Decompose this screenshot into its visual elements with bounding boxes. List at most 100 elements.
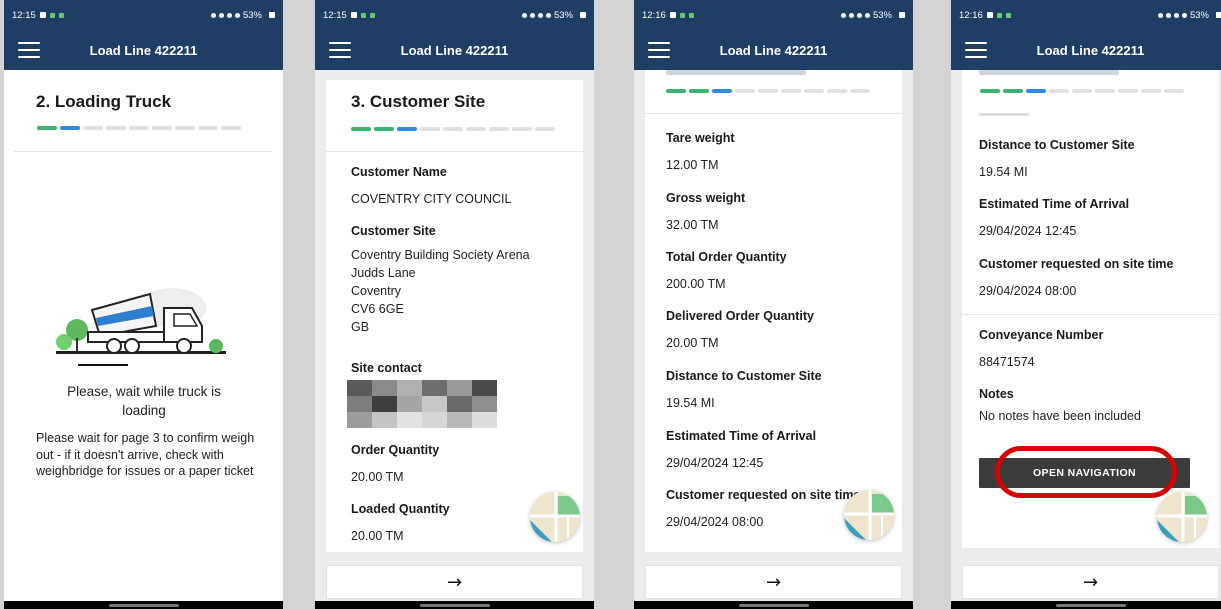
field-requested-time: Customer requested on site time 29/04/20… (979, 257, 1174, 300)
status-time: 12:16 (959, 9, 983, 21)
step-progress (37, 126, 241, 130)
system-home-bar[interactable] (315, 601, 594, 609)
field-distance: Distance to Customer Site 19.54 MI (666, 369, 822, 412)
progress-segment (83, 126, 103, 130)
progress-segment (689, 89, 709, 93)
field-label: Loaded Quantity (351, 502, 450, 516)
wifi-icon (1181, 12, 1187, 18)
battery-icon (1216, 12, 1221, 18)
progress-segment (804, 89, 824, 93)
progress-segment (850, 89, 870, 93)
progress-segment (466, 127, 486, 131)
notification-icon (1005, 12, 1011, 18)
field-label: Gross weight (666, 191, 746, 205)
map-fab-button[interactable] (530, 492, 580, 542)
system-home-bar[interactable] (951, 601, 1221, 609)
progress-segment (1118, 89, 1138, 93)
progress-segment (129, 126, 149, 130)
open-navigation-button[interactable]: OPEN NAVIGATION (979, 458, 1190, 488)
progress-segment (758, 89, 778, 93)
redacted-pixel (397, 412, 422, 428)
address-line: CV6 6GE (351, 302, 404, 316)
progress-segment (1072, 89, 1092, 93)
map-icon (1157, 492, 1207, 542)
arrow-right-icon: → (446, 571, 463, 593)
field-value: 29/04/2024 08:00 (979, 284, 1077, 298)
status-time: 12:15 (323, 9, 347, 21)
step-title: 3. Customer Site (351, 92, 486, 111)
field-label: Customer requested on site time (979, 257, 1174, 271)
field-gross-weight: Gross weight 32.00 TM (666, 191, 745, 234)
redacted-pixel (447, 380, 472, 396)
progress-segment (980, 89, 1000, 93)
field-label: Estimated Time of Arrival (666, 429, 817, 443)
app-title: Load Line 422211 (1036, 42, 1145, 58)
location-icon (537, 12, 543, 18)
redacted-pixel (422, 380, 447, 396)
hamburger-menu-icon[interactable] (18, 42, 40, 58)
status-bar: 12:15 53% (4, 0, 283, 30)
alarm-icon (1157, 12, 1163, 18)
redacted-pixel (397, 396, 422, 412)
status-bar: 12:16 53% (951, 0, 1221, 30)
field-value: 19.54 MI (666, 396, 715, 410)
progress-segment (106, 126, 126, 130)
progress-segment (351, 127, 371, 131)
redacted-pixel (397, 380, 422, 396)
progress-segment (535, 127, 555, 131)
field-value: 29/04/2024 12:45 (979, 224, 1077, 238)
map-icon (530, 492, 580, 542)
divider (326, 151, 583, 152)
battery-icon (580, 12, 586, 18)
wifi-icon (234, 12, 240, 18)
field-value: 32.00 TM (666, 218, 719, 232)
progress-segment (397, 127, 417, 131)
app-bar: Load Line 422211 (4, 30, 283, 70)
status-time: 12:15 (12, 9, 36, 21)
divider (645, 113, 902, 114)
battery-level: 53% (1189, 9, 1209, 21)
location-icon (1173, 12, 1179, 18)
progress-segment (175, 126, 195, 130)
notification-icon (58, 12, 64, 18)
next-button[interactable]: → (962, 565, 1219, 599)
address-lines: Coventry Building Society Arena Judds La… (351, 246, 530, 336)
system-home-bar[interactable] (4, 601, 283, 609)
battery-icon (899, 12, 905, 18)
notification-icon (986, 12, 993, 18)
field-label: Total Order Quantity (666, 250, 787, 264)
info-message: Please wait for page 3 to confirm weigh … (36, 431, 255, 478)
redacted-pixel (472, 380, 497, 396)
progress-segment (420, 127, 440, 131)
address-line: Judds Lane (351, 266, 416, 280)
field-value: 88471574 (979, 355, 1035, 369)
notification-icon (669, 12, 676, 18)
next-button[interactable]: → (326, 565, 583, 599)
progress-segment (489, 127, 509, 131)
battery-level: 53% (872, 9, 892, 21)
field-eta: Estimated Time of Arrival 29/04/2024 12:… (666, 429, 816, 472)
hamburger-menu-icon[interactable] (648, 42, 670, 58)
progress-segment (374, 127, 394, 131)
hamburger-menu-icon[interactable] (965, 42, 987, 58)
status-time: 12:16 (642, 9, 666, 21)
next-button[interactable]: → (645, 565, 902, 599)
step-progress (666, 89, 870, 93)
address-line: Coventry Building Society Arena (351, 248, 530, 262)
divider (962, 314, 1219, 315)
system-home-bar[interactable] (634, 601, 913, 609)
progress-segment (1026, 89, 1046, 93)
alarm-icon (521, 12, 527, 18)
wifi-icon (864, 12, 870, 18)
field-eta: Estimated Time of Arrival 29/04/2024 12:… (979, 197, 1129, 240)
map-fab-button[interactable] (1157, 492, 1207, 542)
location-icon (226, 12, 232, 18)
field-label: Estimated Time of Arrival (979, 197, 1130, 211)
hamburger-menu-icon[interactable] (329, 42, 351, 58)
map-fab-button[interactable] (844, 490, 894, 540)
notification-icon (350, 12, 357, 18)
redacted-pixel (347, 412, 372, 428)
field-loaded-quantity: Loaded Quantity 20.00 TM (351, 502, 450, 545)
field-label: Notes (979, 387, 1014, 401)
progress-segment (735, 89, 755, 93)
